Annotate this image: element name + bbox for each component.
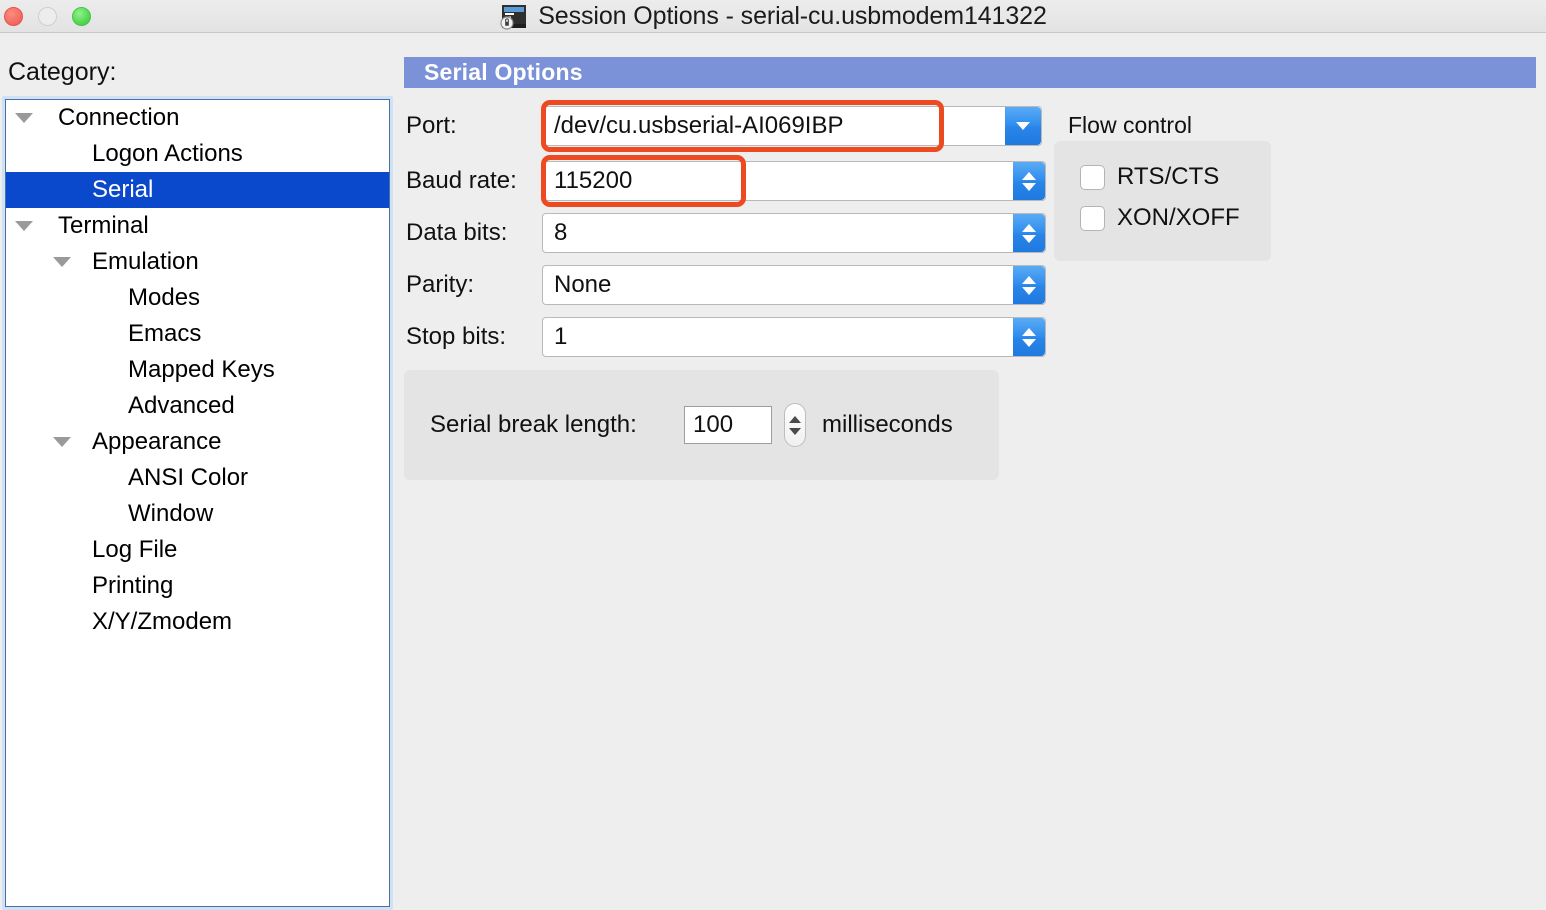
baud-rate-combobox[interactable]: 115200 xyxy=(542,161,1046,201)
chevron-down-icon[interactable] xyxy=(15,221,33,231)
data-bits-stepper[interactable] xyxy=(1013,214,1045,252)
chevron-down-icon[interactable] xyxy=(1005,107,1041,145)
sidebar-item-label: Serial xyxy=(92,176,154,203)
sidebar-item-emacs[interactable]: Emacs xyxy=(6,316,389,352)
field-row-stop-bits: Stop bits: 1 xyxy=(404,317,1046,357)
checkbox-row-xon-xoff[interactable]: XON/XOFF xyxy=(1080,204,1240,232)
sidebar-item-terminal[interactable]: Terminal xyxy=(6,208,389,244)
port-combobox[interactable]: /dev/cu.usbserial-AI069IBP xyxy=(542,106,1042,146)
sidebar-item-window[interactable]: Window xyxy=(6,496,389,532)
field-row-parity: Parity: None xyxy=(404,265,1046,305)
sidebar-item-label: ANSI Color xyxy=(128,464,249,491)
sidebar-item-serial[interactable]: Serial xyxy=(6,172,389,208)
window-title: Session Options - serial-cu.usbmodem1413… xyxy=(538,2,1047,30)
sidebar-item-label: Log File xyxy=(92,536,178,563)
port-value: /dev/cu.usbserial-AI069IBP xyxy=(554,112,844,139)
parity-value: None xyxy=(554,271,612,298)
sidebar-item-modes[interactable]: Modes xyxy=(6,280,389,316)
sidebar-item-label: Logon Actions xyxy=(92,140,243,167)
stop-bits-stepper[interactable] xyxy=(1013,318,1045,356)
data-bits-label: Data bits: xyxy=(406,219,508,246)
xon-xoff-checkbox[interactable] xyxy=(1080,205,1105,231)
checkbox-row-rts-cts[interactable]: RTS/CTS xyxy=(1080,163,1219,191)
data-bits-combobox[interactable]: 8 xyxy=(542,213,1046,253)
sidebar-item-x-y-zmodem[interactable]: X/Y/Zmodem xyxy=(6,604,389,640)
port-label: Port: xyxy=(406,112,457,139)
sidebar-item-label: Emulation xyxy=(92,248,199,275)
serial-break-stepper[interactable] xyxy=(784,403,806,447)
chevron-down-icon[interactable] xyxy=(15,113,33,123)
baud-rate-stepper[interactable] xyxy=(1013,162,1045,200)
flow-control-label: Flow control xyxy=(1068,112,1192,138)
parity-stepper[interactable] xyxy=(1013,266,1045,304)
sidebar-item-appearance[interactable]: Appearance xyxy=(6,424,389,460)
sidebar-item-printing[interactable]: Printing xyxy=(6,568,389,604)
section-title: Serial Options xyxy=(424,59,583,85)
sidebar-item-label: Modes xyxy=(128,284,201,311)
field-row-port: Port: /dev/cu.usbserial-AI069IBP xyxy=(404,100,1044,152)
stop-bits-combobox[interactable]: 1 xyxy=(542,317,1046,357)
sidebar-item-label: Advanced xyxy=(128,392,235,419)
sidebar-item-log-file[interactable]: Log File xyxy=(6,532,389,568)
category-tree-focus-ring: Connection Logon Actions Serial Terminal Emu… xyxy=(2,96,393,910)
sidebar-item-label: Printing xyxy=(92,572,174,599)
parity-label: Parity: xyxy=(406,271,475,298)
xon-xoff-label: XON/XOFF xyxy=(1117,204,1240,231)
stop-bits-label: Stop bits: xyxy=(406,323,507,350)
section-header: Serial Options xyxy=(404,57,1536,88)
baud-rate-label: Baud rate: xyxy=(406,167,517,194)
serial-break-input[interactable]: 100 xyxy=(684,406,772,444)
category-tree[interactable]: Connection Logon Actions Serial Terminal Emu… xyxy=(5,99,390,907)
sidebar-item-ansi-color[interactable]: ANSI Color xyxy=(6,460,389,496)
sidebar-item-label: Appearance xyxy=(92,428,222,455)
window-title-bar: Session Options - serial-cu.usbmodem1413… xyxy=(0,0,1546,33)
serial-break-label: Serial break length: xyxy=(430,411,637,438)
serial-options-pane: Serial Options Port: /dev/cu.usbserial-A… xyxy=(396,40,1546,910)
serial-break-value: 100 xyxy=(693,411,734,438)
flow-control-group: RTS/CTS XON/XOFF xyxy=(1054,141,1271,261)
category-heading: Category: xyxy=(8,58,117,86)
serial-break-group: Serial break length: 100 milliseconds xyxy=(404,370,999,480)
sidebar-item-label: Connection xyxy=(58,104,180,131)
chevron-down-icon[interactable] xyxy=(53,437,71,447)
terminal-lock-icon xyxy=(499,4,529,30)
sidebar-item-mapped-keys[interactable]: Mapped Keys xyxy=(6,352,389,388)
parity-combobox[interactable]: None xyxy=(542,265,1046,305)
sidebar-item-advanced[interactable]: Advanced xyxy=(6,388,389,424)
sidebar-item-logon-actions[interactable]: Logon Actions xyxy=(6,136,389,172)
rts-cts-checkbox[interactable] xyxy=(1080,164,1105,190)
data-bits-value: 8 xyxy=(554,219,568,246)
sidebar-item-label: X/Y/Zmodem xyxy=(92,608,233,635)
sidebar-item-label: Emacs xyxy=(128,320,202,347)
sidebar-item-label: Mapped Keys xyxy=(128,356,275,383)
field-row-data-bits: Data bits: 8 xyxy=(404,213,1046,253)
baud-rate-value: 115200 xyxy=(554,167,633,194)
field-row-baud-rate: Baud rate: 115200 xyxy=(404,155,1046,207)
rts-cts-label: RTS/CTS xyxy=(1117,163,1220,190)
chevron-down-icon[interactable] xyxy=(53,257,71,267)
serial-break-unit: milliseconds xyxy=(822,411,953,438)
sidebar-item-emulation[interactable]: Emulation xyxy=(6,244,389,280)
sidebar-item-label: Window xyxy=(128,500,214,527)
sidebar-item-label: Terminal xyxy=(58,212,149,239)
sidebar-item-connection[interactable]: Connection xyxy=(6,100,389,136)
stop-bits-value: 1 xyxy=(554,323,568,350)
